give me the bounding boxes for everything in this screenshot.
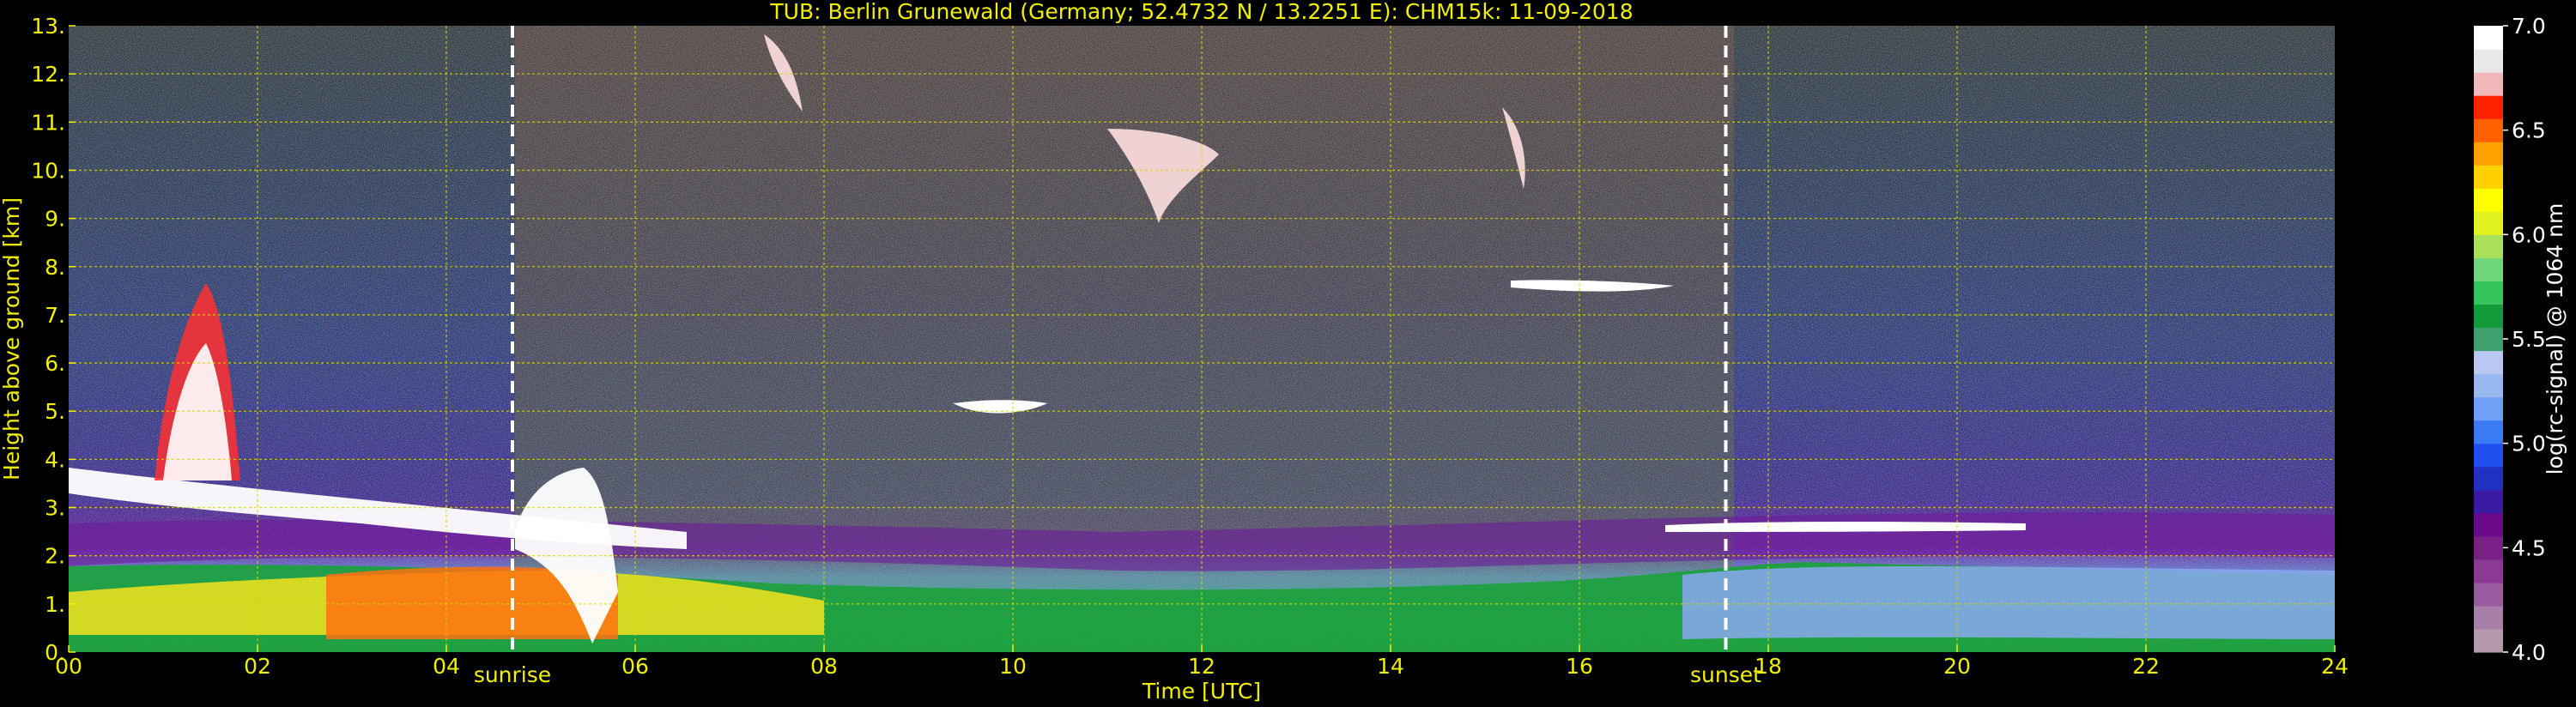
event-label-sunset: sunset: [1690, 662, 1761, 687]
colorbar-segment: [2474, 142, 2503, 166]
colorbar-segment: [2474, 628, 2503, 653]
colorbar-segment: [2474, 443, 2503, 468]
colorbar-segment: [2474, 512, 2503, 537]
x-tick-label: 12: [1188, 654, 1215, 679]
x-tick-label: 02: [244, 654, 271, 679]
x-tick-label: 18: [1755, 654, 1782, 679]
colorbar-label: log(rc-signal) @ 1064 nm: [2543, 203, 2567, 475]
chart-title: TUB: Berlin Grunewald (Germany; 52.4732 …: [769, 0, 1633, 24]
colorbar-segment: [2474, 396, 2503, 421]
colorbar-segment: [2474, 559, 2503, 583]
colorbar-tick-label: 6.0: [2512, 222, 2546, 247]
colorbar: 4.0 4.5 5.0 5.5 6.0 6.5 7.0: [2474, 14, 2546, 665]
x-tick-label: 06: [621, 654, 649, 679]
y-tick-label: 4.: [45, 447, 65, 472]
colorbar-segment: [2474, 72, 2503, 96]
colorbar-segment: [2474, 257, 2503, 282]
colorbar-segment: [2474, 350, 2503, 375]
y-tick-label: 10.: [31, 158, 65, 183]
colorbar-tick-label: 5.5: [2512, 327, 2546, 352]
x-tick-label: 14: [1377, 654, 1404, 679]
colorbar-segment: [2474, 466, 2503, 491]
x-tick-label: 00: [55, 654, 82, 679]
colorbar-segment: [2474, 304, 2503, 329]
colorbar-tick-label: 4.0: [2512, 640, 2546, 665]
x-tick-label: 08: [810, 654, 838, 679]
y-tick-label: 2.: [45, 544, 65, 569]
colorbar-segment: [2474, 165, 2503, 189]
colorbar-segment: [2474, 281, 2503, 305]
y-tick-label: 8.: [45, 255, 65, 280]
colorbar-tick-label: 5.0: [2512, 432, 2546, 456]
x-tick-label: 10: [999, 654, 1027, 679]
colorbar-tick-label: 4.5: [2512, 535, 2546, 560]
colorbar-segment: [2474, 327, 2503, 352]
colorbar-tick-label: 7.0: [2512, 14, 2546, 39]
colorbar-segment: [2474, 420, 2503, 444]
colorbar-segment: [2474, 49, 2503, 73]
colorbar-segment: [2474, 535, 2503, 560]
y-tick-label: 5.: [45, 399, 65, 424]
colorbar-segment: [2474, 211, 2503, 235]
colorbar-segment: [2474, 373, 2503, 398]
lidar-chart: sunrise sunset 0.1.2.3.4.5.6.7.8.9.10.11.…: [0, 0, 2567, 704]
y-axis-label: Height above ground [km]: [0, 197, 24, 480]
x-tick-label: 22: [2132, 654, 2160, 679]
colorbar-segment: [2474, 118, 2503, 142]
y-tick-label: 13.: [31, 14, 65, 39]
colorbar-segment: [2474, 95, 2503, 119]
y-tick-label: 9.: [45, 207, 65, 232]
y-tick-label: 6.: [45, 351, 65, 376]
event-label-sunrise: sunrise: [474, 662, 551, 687]
colorbar-segment: [2474, 489, 2503, 514]
colorbar-segment: [2474, 26, 2503, 50]
x-tick-label: 20: [1943, 654, 1971, 679]
colorbar-tick-label: 6.5: [2512, 118, 2546, 143]
y-tick-label: 12.: [31, 62, 65, 87]
y-tick-label: 3.: [45, 496, 65, 521]
colorbar-segment: [2474, 582, 2503, 607]
x-tick-label: 04: [433, 654, 460, 679]
colorbar-segment: [2474, 188, 2503, 212]
x-axis-label: Time [UTC]: [1142, 679, 1261, 704]
x-tick-label: 24: [2321, 654, 2349, 679]
colorbar-segment: [2474, 605, 2503, 630]
x-tick-label: 16: [1566, 654, 1593, 679]
y-tick-label: 1.: [45, 592, 65, 617]
y-tick-label: 11.: [31, 110, 65, 135]
y-tick-label: 7.: [45, 303, 65, 328]
colorbar-segment: [2474, 234, 2503, 258]
